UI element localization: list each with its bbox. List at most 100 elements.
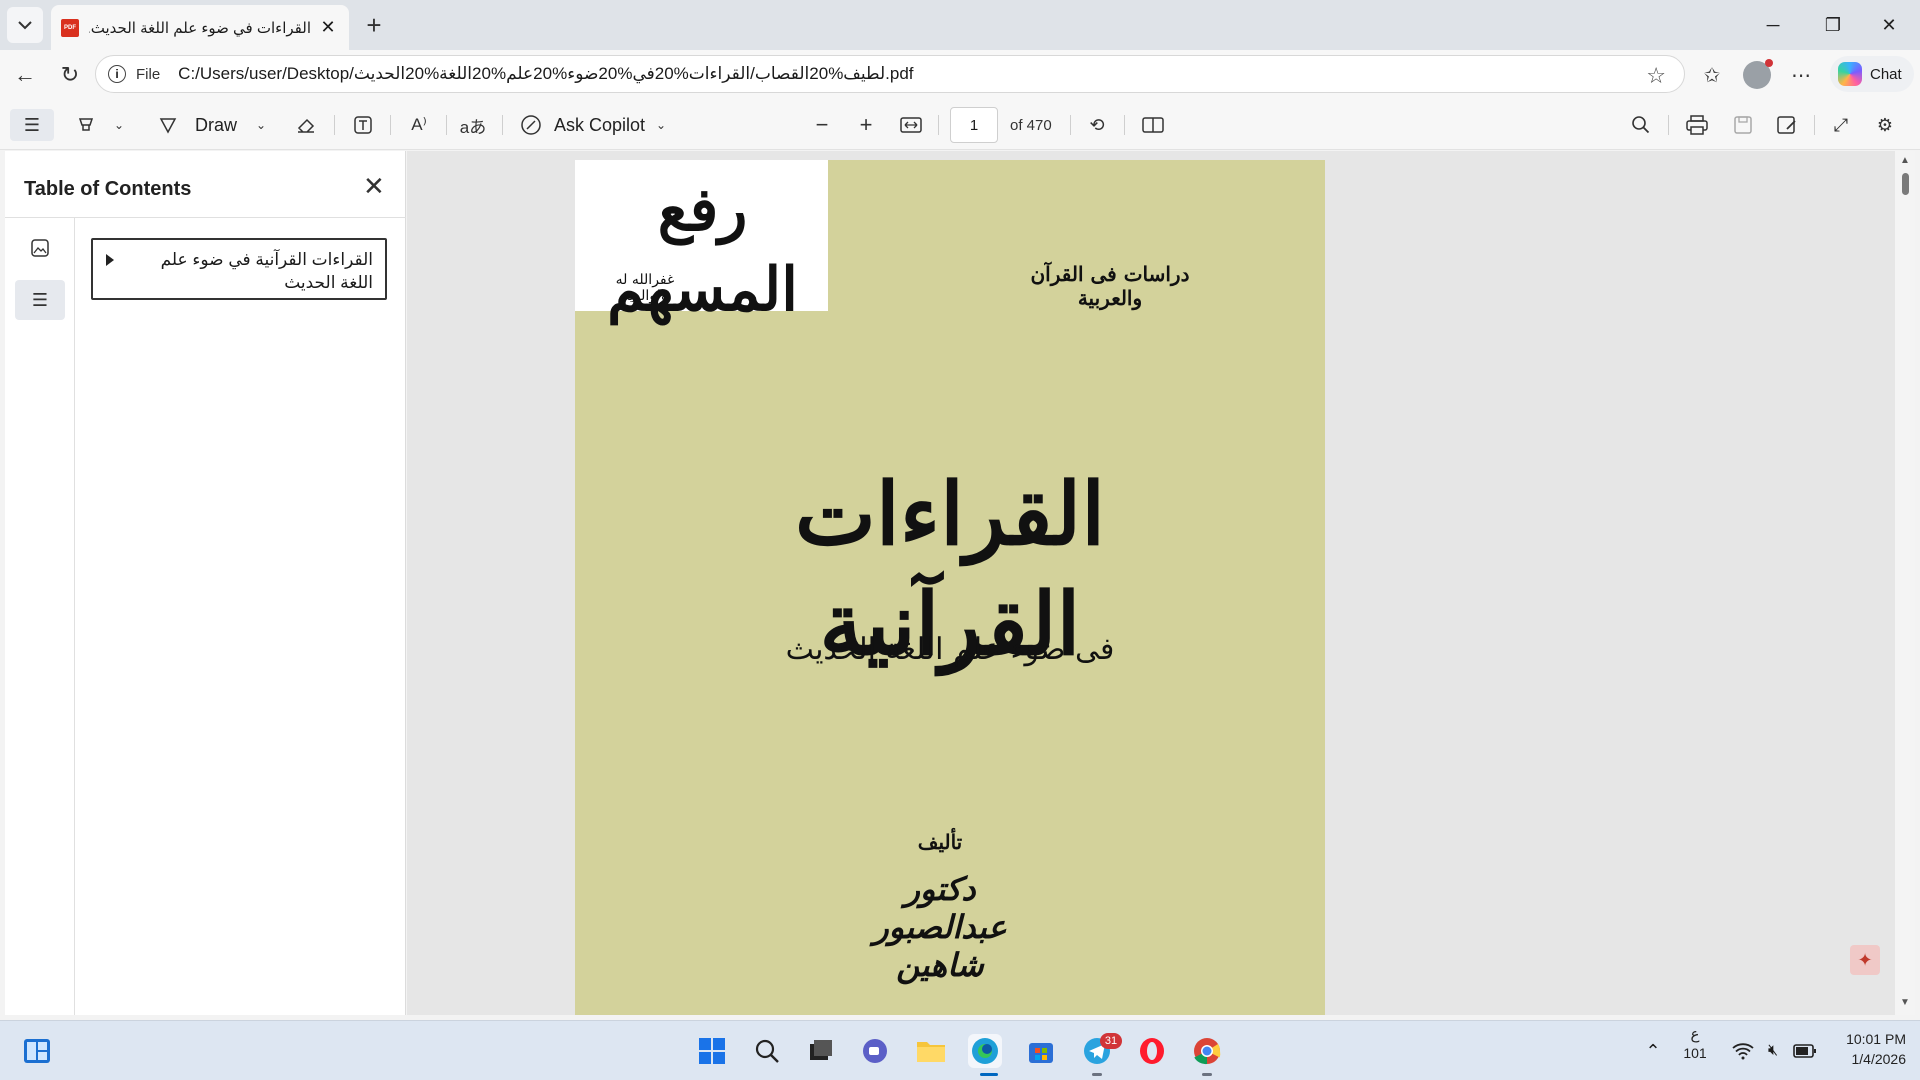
chrome-running-indicator <box>1202 1073 1212 1076</box>
acrobat-icon[interactable]: ✦ <box>1850 945 1880 975</box>
show-hidden-icons-chevron-icon[interactable]: ⌃ <box>1636 1034 1670 1068</box>
erase-icon[interactable] <box>294 109 318 141</box>
toolbar-divider <box>1668 115 1669 135</box>
save-as-icon[interactable] <box>1772 109 1802 141</box>
toolbar-divider <box>390 115 391 135</box>
rotate-icon[interactable]: ⟲ <box>1084 109 1110 141</box>
thumbnails-icon[interactable] <box>15 228 65 268</box>
outline-list-icon[interactable]: ☰ <box>15 280 65 320</box>
minimize-icon[interactable]: ─ <box>1750 0 1796 50</box>
scroll-down-icon[interactable]: ▼ <box>1900 997 1910 1008</box>
tab-actions-chevron-icon[interactable] <box>7 7 43 43</box>
file-explorer-icon[interactable] <box>914 1034 948 1068</box>
toc-item[interactable]: القراءات القرآنية في ضوء علم اللغة الحدي… <box>91 238 387 300</box>
save-icon[interactable] <box>1728 109 1758 141</box>
chrome-icon[interactable] <box>1190 1034 1224 1068</box>
edge-active-indicator <box>980 1073 998 1076</box>
taskbar: 31 ⌃ ع 101 🔇︎ <box>0 1020 1920 1080</box>
print-icon[interactable] <box>1682 109 1712 141</box>
battery-icon[interactable] <box>1788 1034 1822 1068</box>
zoom-in-icon[interactable]: + <box>854 109 878 141</box>
url-scheme: File <box>136 65 161 83</box>
expand-caret-icon[interactable] <box>106 254 114 266</box>
widgets-icon[interactable] <box>20 1034 54 1068</box>
microsoft-store-icon[interactable] <box>1024 1034 1058 1068</box>
fullscreen-icon[interactable]: ⤢ <box>1826 109 1856 141</box>
table-of-contents-panel: Table of Contents ✕ ☰ القراءات القرآنية … <box>5 151 406 1015</box>
panel-close-icon[interactable]: ✕ <box>363 171 385 202</box>
system-clock[interactable]: 10:01 PM 1/4/2026 <box>1826 1029 1906 1069</box>
edge-browser-icon[interactable] <box>968 1034 1002 1068</box>
tab-close-icon[interactable]: ✕ <box>317 17 339 39</box>
start-windows-icon[interactable] <box>695 1034 729 1068</box>
more-options-icon[interactable]: ⋯ <box>1784 58 1818 92</box>
back-arrow-icon[interactable]: ← <box>10 60 40 90</box>
search-taskbar-icon[interactable] <box>750 1034 784 1068</box>
pdf-favicon-icon: PDF <box>61 18 79 37</box>
volume-muted-icon[interactable]: 🔇︎ <box>1756 1034 1790 1068</box>
info-icon[interactable]: i <box>108 65 126 83</box>
toc-item-label: القراءات القرآنية في ضوء علم اللغة الحدي… <box>160 250 373 292</box>
teams-chat-icon[interactable] <box>858 1034 892 1068</box>
translate-icon[interactable]: aあ <box>458 109 488 141</box>
vertical-scrollbar[interactable]: ▲ ▼ <box>1895 151 1915 1015</box>
tab-strip: PDF القراءات في ضوء علم اللغة الحديث.pdf… <box>0 0 1920 50</box>
active-tab[interactable]: PDF القراءات في ضوء علم اللغة الحديث.pdf… <box>51 5 349 50</box>
language-indicator[interactable]: ع <box>1680 1025 1710 1043</box>
read-aloud-icon[interactable]: A⁾ <box>404 109 434 141</box>
favorites-icon[interactable]: ✩ <box>1695 58 1729 92</box>
settings-gear-icon[interactable]: ⚙ <box>1870 109 1900 141</box>
copilot-chat-button[interactable]: Chat <box>1830 56 1914 92</box>
highlight-chevron-icon[interactable]: ⌄ <box>110 109 128 141</box>
ask-copilot-button[interactable]: Ask Copilot <box>554 109 645 141</box>
book-subtitle: فى ضوء علم اللغة الحديث <box>785 632 1115 667</box>
draw-button[interactable]: Draw <box>195 109 237 141</box>
wifi-icon[interactable] <box>1726 1034 1760 1068</box>
opera-icon[interactable] <box>1135 1034 1169 1068</box>
tab-title: القراءات في ضوء علم اللغة الحديث.pdf <box>89 19 311 37</box>
add-favorite-star-icon[interactable]: ☆ <box>1646 63 1666 89</box>
copilot-icon <box>1838 62 1862 86</box>
table-of-contents-icon[interactable]: ☰ <box>10 109 54 141</box>
toolbar-divider <box>446 115 447 135</box>
scroll-thumb[interactable] <box>1902 173 1909 195</box>
highlight-icon[interactable] <box>74 109 98 141</box>
page-total-label: of 470 <box>1010 117 1052 134</box>
restore-icon[interactable]: ❐ <box>1810 0 1856 50</box>
refresh-icon[interactable]: ↻ <box>55 60 85 90</box>
zoom-out-icon[interactable]: − <box>810 109 834 141</box>
page-number-input[interactable]: 1 <box>950 107 998 143</box>
draw-chevron-icon[interactable]: ⌄ <box>252 109 270 141</box>
page-view-icon[interactable] <box>1140 109 1166 141</box>
ask-copilot-label: Ask Copilot <box>554 114 646 135</box>
new-tab-plus-icon[interactable]: + <box>360 10 388 40</box>
ask-copilot-chevron-icon[interactable]: ⌄ <box>654 109 668 141</box>
toolbar-divider <box>334 115 335 135</box>
draw-label: Draw <box>195 114 238 135</box>
fit-to-width-icon[interactable] <box>898 109 924 141</box>
search-icon[interactable] <box>1626 109 1656 141</box>
ask-copilot-icon[interactable] <box>518 109 544 141</box>
task-view-icon[interactable] <box>804 1034 838 1068</box>
clock-time: 10:01 PM <box>1846 1031 1906 1047</box>
toolbar-divider <box>502 115 503 135</box>
draw-icon[interactable] <box>157 109 179 141</box>
window-close-icon[interactable]: ✕ <box>1866 0 1912 50</box>
toolbar-divider <box>938 115 939 135</box>
author-label: تأليف <box>917 830 963 854</box>
scroll-up-icon[interactable]: ▲ <box>1900 155 1910 166</box>
toolbar-divider <box>1070 115 1071 135</box>
stamp-sub-text: غفرالله له ولوالديه <box>615 272 675 304</box>
panel-title: Table of Contents <box>24 178 192 200</box>
author-name: دكتور عبدالصبور شاهين <box>873 870 1007 984</box>
add-text-icon[interactable] <box>350 109 376 141</box>
cover-stamp: رفع المسهم غفرالله له ولوالديه <box>575 160 828 325</box>
toolbar-divider <box>1124 115 1125 135</box>
language-code: 101 <box>1683 1045 1707 1061</box>
profile-button[interactable] <box>1740 58 1774 92</box>
url-text[interactable]: C:/Users/user/Desktop/لطيف%20القصاب/القر… <box>178 64 913 84</box>
series-title: دراسات فى القرآن والعربية <box>1030 262 1190 310</box>
address-bar[interactable]: i File C:/Users/user/Desktop/لطيف%20القص… <box>95 55 1685 93</box>
clock-date: 1/4/2026 <box>1851 1051 1907 1067</box>
panel-rail: ☰ <box>5 218 75 1015</box>
